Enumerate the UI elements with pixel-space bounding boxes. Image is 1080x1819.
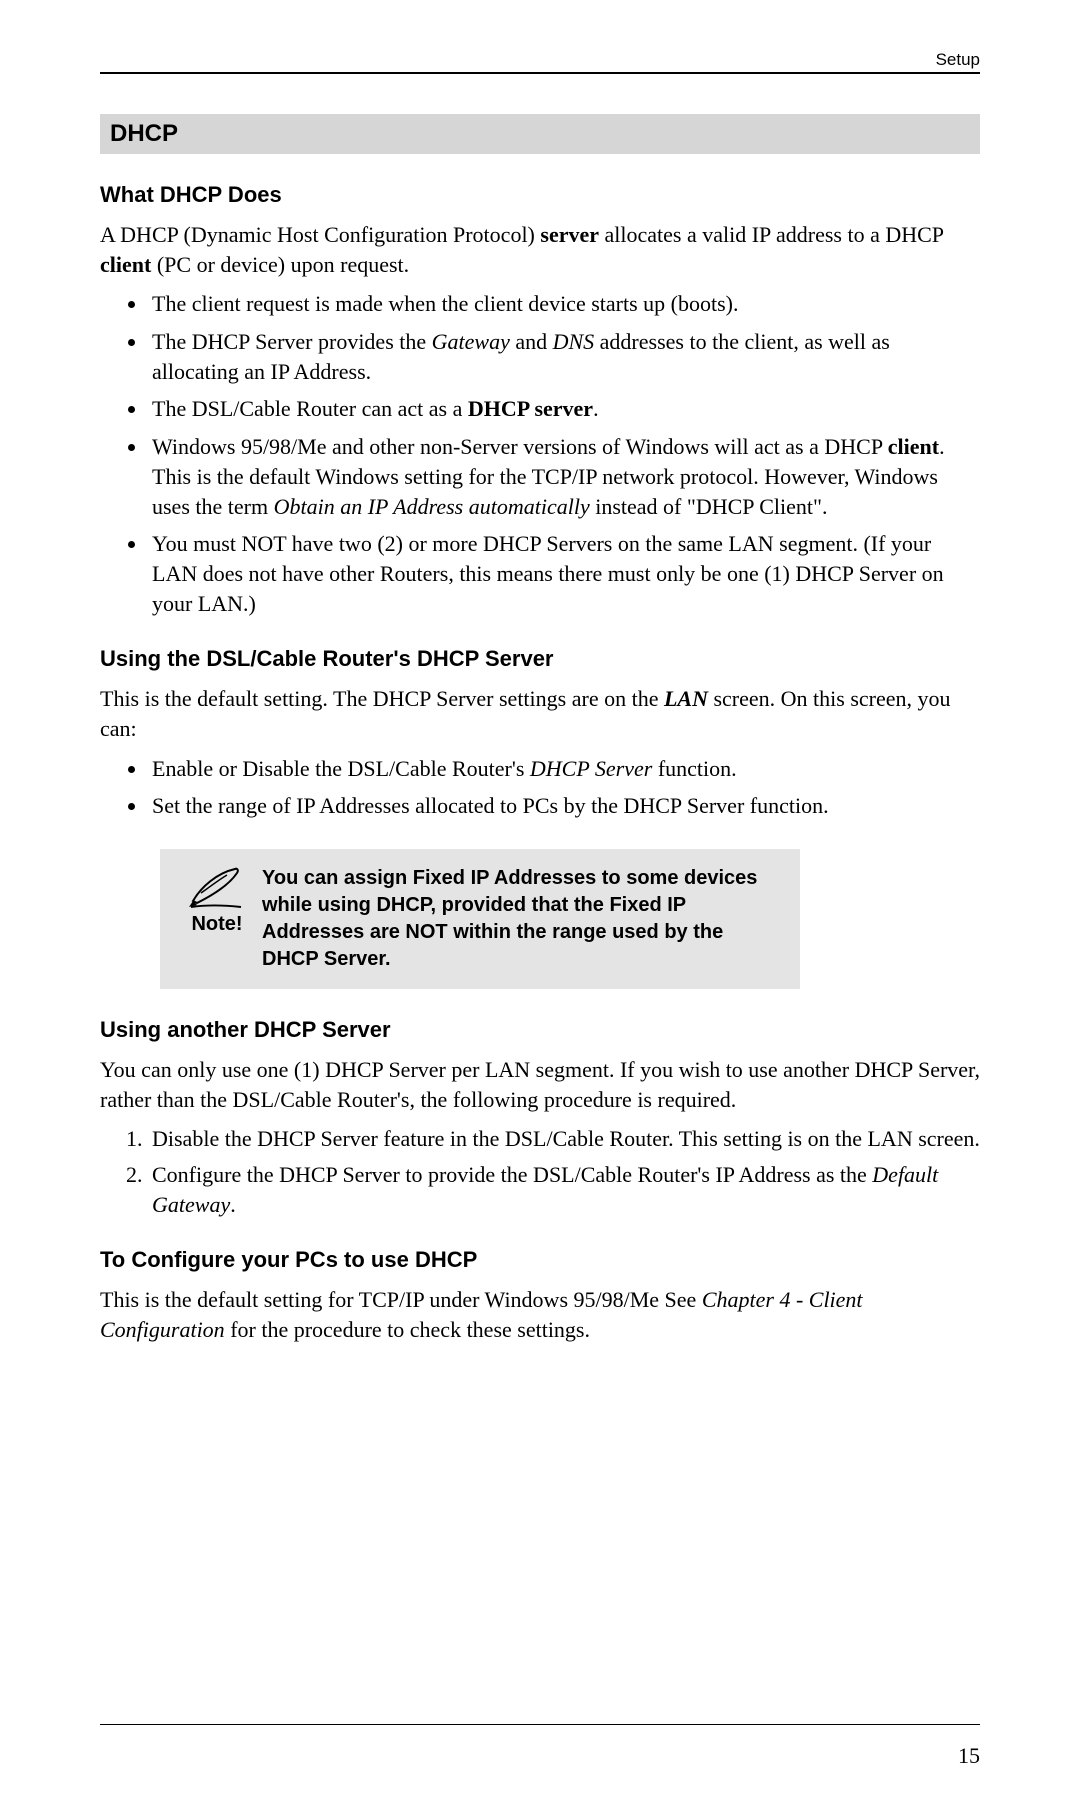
note-text: You can assign Fixed IP Addresses to som… — [262, 865, 780, 973]
s2-intro: This is the default setting. The DHCP Se… — [100, 684, 980, 743]
text: for the procedure to check these setting… — [225, 1317, 590, 1342]
text-italic: Gateway — [432, 329, 510, 354]
s3-ordered-list: Disable the DHCP Server feature in the D… — [100, 1124, 980, 1219]
text: instead of "DHCP Client". — [590, 494, 828, 519]
text: The DSL/Cable Router can act as a — [152, 396, 468, 421]
text: Configure the DHCP Server to provide the… — [152, 1162, 872, 1187]
text-bold: server — [540, 222, 599, 247]
text: and — [510, 329, 553, 354]
text: . — [230, 1192, 236, 1217]
s1-intro: A DHCP (Dynamic Host Configuration Proto… — [100, 220, 980, 279]
list-item: Configure the DHCP Server to provide the… — [148, 1160, 980, 1219]
note-label: Note! — [172, 913, 262, 936]
note-icon-column: Note! — [172, 865, 262, 936]
list-item: Disable the DHCP Server feature in the D… — [148, 1124, 980, 1154]
list-item: Enable or Disable the DSL/Cable Router's… — [148, 754, 980, 784]
list-item: Windows 95/98/Me and other non-Server ve… — [148, 432, 980, 521]
text-bold: DHCP server — [468, 396, 593, 421]
header-section-label: Setup — [100, 50, 980, 70]
s4-intro: This is the default setting for TCP/IP u… — [100, 1285, 980, 1344]
text-bold: client — [100, 252, 151, 277]
text: Windows 95/98/Me and other non-Server ve… — [152, 434, 888, 459]
pen-note-icon — [187, 865, 247, 909]
text-italic: Obtain an IP Address automatically — [274, 494, 590, 519]
text: This is the default setting for TCP/IP u… — [100, 1287, 702, 1312]
footer-rule — [100, 1724, 980, 1725]
subhead-using-another-dhcp: Using another DHCP Server — [100, 1017, 980, 1043]
list-item: Set the range of IP Addresses allocated … — [148, 791, 980, 821]
text-italic: DHCP Server — [530, 756, 652, 781]
subhead-configure-pcs: To Configure your PCs to use DHCP — [100, 1247, 980, 1273]
s1-bullet-list: The client request is made when the clie… — [100, 289, 980, 618]
text-bold: client — [888, 434, 939, 459]
text-italic: DNS — [553, 329, 595, 354]
text: function. — [652, 756, 736, 781]
page-footer: 15 — [100, 1724, 980, 1769]
text: (PC or device) upon request. — [151, 252, 409, 277]
page-number: 15 — [100, 1743, 980, 1769]
page: Setup DHCP What DHCP Does A DHCP (Dynami… — [0, 0, 1080, 1819]
text: Enable or Disable the DSL/Cable Router's — [152, 756, 530, 781]
s3-intro: You can only use one (1) DHCP Server per… — [100, 1055, 980, 1114]
subhead-what-dhcp-does: What DHCP Does — [100, 182, 980, 208]
list-item: The client request is made when the clie… — [148, 289, 980, 319]
text-italic-bold: LAN — [664, 686, 708, 711]
list-item: The DSL/Cable Router can act as a DHCP s… — [148, 394, 980, 424]
subhead-using-router-dhcp: Using the DSL/Cable Router's DHCP Server — [100, 646, 980, 672]
text: A DHCP (Dynamic Host Configuration Proto… — [100, 222, 540, 247]
list-item: The DHCP Server provides the Gateway and… — [148, 327, 980, 386]
text: This is the default setting. The DHCP Se… — [100, 686, 664, 711]
text: . — [593, 396, 599, 421]
text: The DHCP Server provides the — [152, 329, 432, 354]
s2-bullet-list: Enable or Disable the DSL/Cable Router's… — [100, 754, 980, 821]
note-box: Note! You can assign Fixed IP Addresses … — [160, 849, 800, 989]
section-title-bar: DHCP — [100, 114, 980, 154]
text: allocates a valid IP address to a DHCP — [599, 222, 943, 247]
page-header: Setup — [100, 50, 980, 74]
list-item: You must NOT have two (2) or more DHCP S… — [148, 529, 980, 618]
